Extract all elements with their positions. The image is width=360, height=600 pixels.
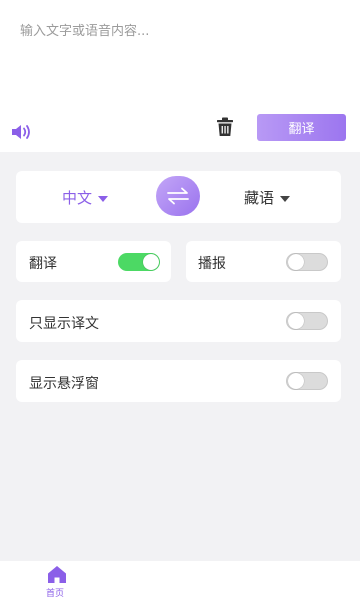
broadcast-option-label: 播报 xyxy=(198,256,226,272)
show-floating-window-toggle[interactable] xyxy=(286,372,328,390)
toggle-knob xyxy=(288,373,304,389)
broadcast-toggle[interactable] xyxy=(286,253,328,271)
toggle-knob xyxy=(143,254,159,270)
language-selector: 中文 藏语 xyxy=(16,171,341,223)
source-language-label: 中文 xyxy=(62,189,93,207)
show-floating-window-option: 显示悬浮窗 xyxy=(16,360,341,402)
show-translation-only-option: 只显示译文 xyxy=(16,300,341,342)
toggle-knob xyxy=(288,254,304,270)
swap-arrows-icon xyxy=(167,187,189,205)
speaker-icon[interactable] xyxy=(10,122,34,142)
swap-languages-button[interactable] xyxy=(156,176,200,216)
broadcast-option: 播报 xyxy=(186,241,341,282)
source-language-dropdown[interactable]: 中文 xyxy=(62,187,109,208)
nav-home-label: 首页 xyxy=(46,589,65,599)
translate-option: 翻译 xyxy=(16,241,171,282)
translate-button[interactable]: 翻译 xyxy=(257,114,346,141)
target-language-dropdown[interactable]: 藏语 xyxy=(244,187,291,208)
text-input[interactable] xyxy=(14,14,356,106)
show-floating-window-label: 显示悬浮窗 xyxy=(29,376,99,392)
show-translation-only-label: 只显示译文 xyxy=(29,316,99,332)
home-icon xyxy=(48,566,66,583)
trash-icon[interactable] xyxy=(214,116,236,138)
bottom-navigation: 首页 xyxy=(0,561,360,600)
target-language-label: 藏语 xyxy=(244,189,275,207)
chevron-down-icon xyxy=(280,195,291,202)
show-translation-only-toggle[interactable] xyxy=(286,312,328,330)
chevron-down-icon xyxy=(98,195,109,202)
input-panel: 翻译 xyxy=(0,0,360,152)
translate-toggle[interactable] xyxy=(118,253,160,271)
toggle-knob xyxy=(288,313,304,329)
translate-option-label: 翻译 xyxy=(29,256,57,272)
